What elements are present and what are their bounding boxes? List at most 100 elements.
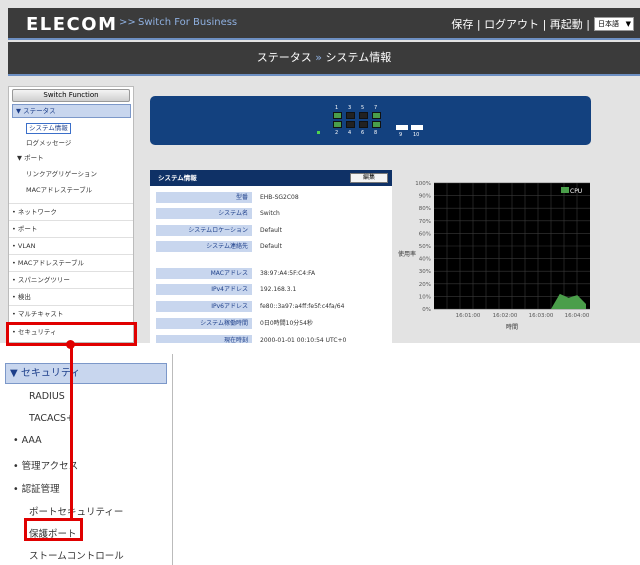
legend-cpu-label: CPU [570, 188, 582, 195]
cpu-usage-chart: 100% 90% 80% 70% 60% 50% 40% 30% 20% 10% 0% 16:01:… [390, 170, 600, 343]
sfp-port-10[interactable] [411, 125, 423, 130]
sidebar-item-system-info[interactable]: システム情報 [9, 121, 133, 136]
zoom-item-radius[interactable]: RADIUS [29, 391, 65, 402]
port-4[interactable] [346, 121, 355, 128]
port-6[interactable] [359, 121, 368, 128]
language-select[interactable]: 日本語 ▼ [594, 17, 634, 31]
y-tick-label: 100% [415, 181, 431, 187]
info-value: EHB-SG2C08 [260, 194, 299, 201]
port-3[interactable] [346, 112, 355, 119]
save-link[interactable]: 保存 [451, 16, 473, 32]
sidebar-item-link-aggregation[interactable]: リンクアグリゲーション [9, 167, 133, 182]
sidebar-item-spanning-tree[interactable]: • スパニングツリー [9, 273, 133, 288]
sidebar-item-port-group[interactable]: ▼ ポート [9, 151, 133, 166]
info-label: システム連絡先 [156, 241, 252, 252]
info-label: システム稼働時間 [156, 318, 252, 329]
info-row: 型番 EHB-SG2C08 [156, 192, 392, 203]
header-separator: >> [119, 17, 136, 28]
breadcrumb-parent[interactable]: ステータス [257, 51, 312, 64]
link-divider: | [586, 18, 590, 31]
breadcrumb: ステータス » システム情報 [8, 42, 640, 76]
port-number: 7 [374, 105, 378, 111]
chevron-down-icon: ▼ [625, 20, 631, 28]
sidebar-item-port[interactable]: • ポート [9, 222, 133, 237]
port-number: 3 [348, 105, 352, 111]
info-label: システムロケーション [156, 225, 252, 236]
y-tick-label: 80% [419, 206, 431, 212]
web-ui-screenshot: ELECOM >> Switch For Business 保存 | ログアウト… [0, 0, 640, 343]
zoom-item-port-security[interactable]: ポートセキュリティー [29, 504, 123, 518]
port-number: 4 [348, 130, 352, 136]
sidebar-item-status[interactable]: ▼ ステータス [12, 104, 131, 118]
zoom-item-tacacs[interactable]: TACACS+ [29, 413, 74, 424]
breadcrumb-separator: » [315, 51, 323, 64]
info-row: 現在時刻 2000-01-01 00:10:54 UTC+0 [156, 335, 392, 343]
info-value: 2000-01-01 00:10:54 UTC+0 [260, 337, 347, 343]
y-tick-label: 0% [422, 307, 431, 313]
system-info-title: システム情報 [158, 174, 197, 182]
y-tick-label: 40% [419, 257, 431, 263]
zoom-item-authentication[interactable]: • 認証管理 [13, 481, 60, 495]
info-row: システムロケーション Default [156, 225, 392, 236]
divider [9, 220, 133, 221]
product-name: Switch For Business [138, 17, 238, 28]
divider [9, 254, 133, 255]
info-row: システム名 Switch [156, 208, 392, 219]
sidebar-title: Switch Function [12, 89, 130, 102]
x-tick-label: 16:04:00 [565, 313, 590, 319]
info-value: Switch [260, 210, 280, 217]
y-tick-label: 10% [419, 294, 431, 300]
sfp-port-9[interactable] [396, 125, 408, 130]
zoom-item-management-access[interactable]: • 管理アクセス [13, 458, 78, 472]
reboot-link[interactable]: 再起動 [550, 16, 583, 32]
info-row: MACアドレス 38:97:A4:5F:C4:FA [156, 268, 392, 279]
zoom-item-security[interactable]: ▼ セキュリティ [5, 363, 167, 384]
port-7-link-up[interactable] [372, 112, 381, 119]
elecom-logo: ELECOM [26, 14, 118, 35]
zoom-item-storm-control[interactable]: ストームコントロール [29, 548, 124, 562]
port-2-link-up[interactable] [333, 121, 342, 128]
sidebar-item-discovery[interactable]: • 検出 [9, 290, 133, 305]
info-row: システム稼働時間 0日0時間10分54秒 [156, 318, 392, 329]
port-number: 1 [335, 105, 339, 111]
divider [9, 288, 133, 289]
x-tick-label: 16:01:00 [456, 313, 481, 319]
y-tick-label: 50% [419, 244, 431, 250]
port-8-link-up[interactable] [372, 121, 381, 128]
info-value: fe80::3a97:a4ff:fe5f:c4fa/64 [260, 303, 345, 310]
sidebar-item-mac-address-table[interactable]: • MACアドレステーブル [9, 256, 133, 271]
system-info-panel: システム情報 編集 型番 EHB-SG2C08 システム名 Switch システ… [150, 170, 392, 343]
breadcrumb-current: システム情報 [325, 51, 392, 64]
info-value: 192.168.3.1 [260, 286, 297, 293]
top-header: ELECOM >> Switch For Business 保存 | ログアウト… [8, 8, 640, 40]
info-label: システム名 [156, 208, 252, 219]
divider [9, 237, 133, 238]
port-number: 9 [399, 132, 403, 138]
y-tick-label: 30% [419, 269, 431, 275]
info-label: IPv4アドレス [156, 284, 252, 295]
legend-swatch [561, 187, 569, 193]
divider [9, 203, 133, 204]
info-value: Default [260, 243, 282, 250]
divider [9, 271, 133, 272]
logout-link[interactable]: ログアウト [484, 16, 539, 32]
info-row: IPv4アドレス 192.168.3.1 [156, 284, 392, 295]
x-axis-label: 時間 [506, 323, 518, 331]
info-value: 38:97:A4:5F:C4:FA [260, 270, 316, 277]
info-value: 0日0時間10分54秒 [260, 320, 313, 327]
sidebar-item-log-message[interactable]: ログメッセージ [9, 136, 133, 151]
zoom-item-aaa[interactable]: • AAA [13, 435, 42, 446]
port-1-link-up[interactable] [333, 112, 342, 119]
power-led [317, 131, 320, 134]
edit-button[interactable]: 編集 [350, 173, 388, 183]
x-axis-ticks: 16:01:00 16:02:00 16:03:00 16:04:00 [456, 313, 590, 319]
sidebar-item-multicast[interactable]: • マルチキャスト [9, 307, 133, 322]
protected-port-highlight-box [24, 518, 83, 541]
sidebar-item-mac-table[interactable]: MACアドレステーブル [9, 183, 133, 198]
sidebar-item-vlan[interactable]: • VLAN [9, 239, 133, 254]
y-tick-label: 90% [419, 194, 431, 200]
switch-front-panel: 1 3 5 7 2 4 6 8 9 10 [150, 96, 591, 145]
sidebar-item-network[interactable]: • ネットワーク [9, 205, 133, 220]
port-5[interactable] [359, 112, 368, 119]
callout-line [70, 344, 73, 519]
